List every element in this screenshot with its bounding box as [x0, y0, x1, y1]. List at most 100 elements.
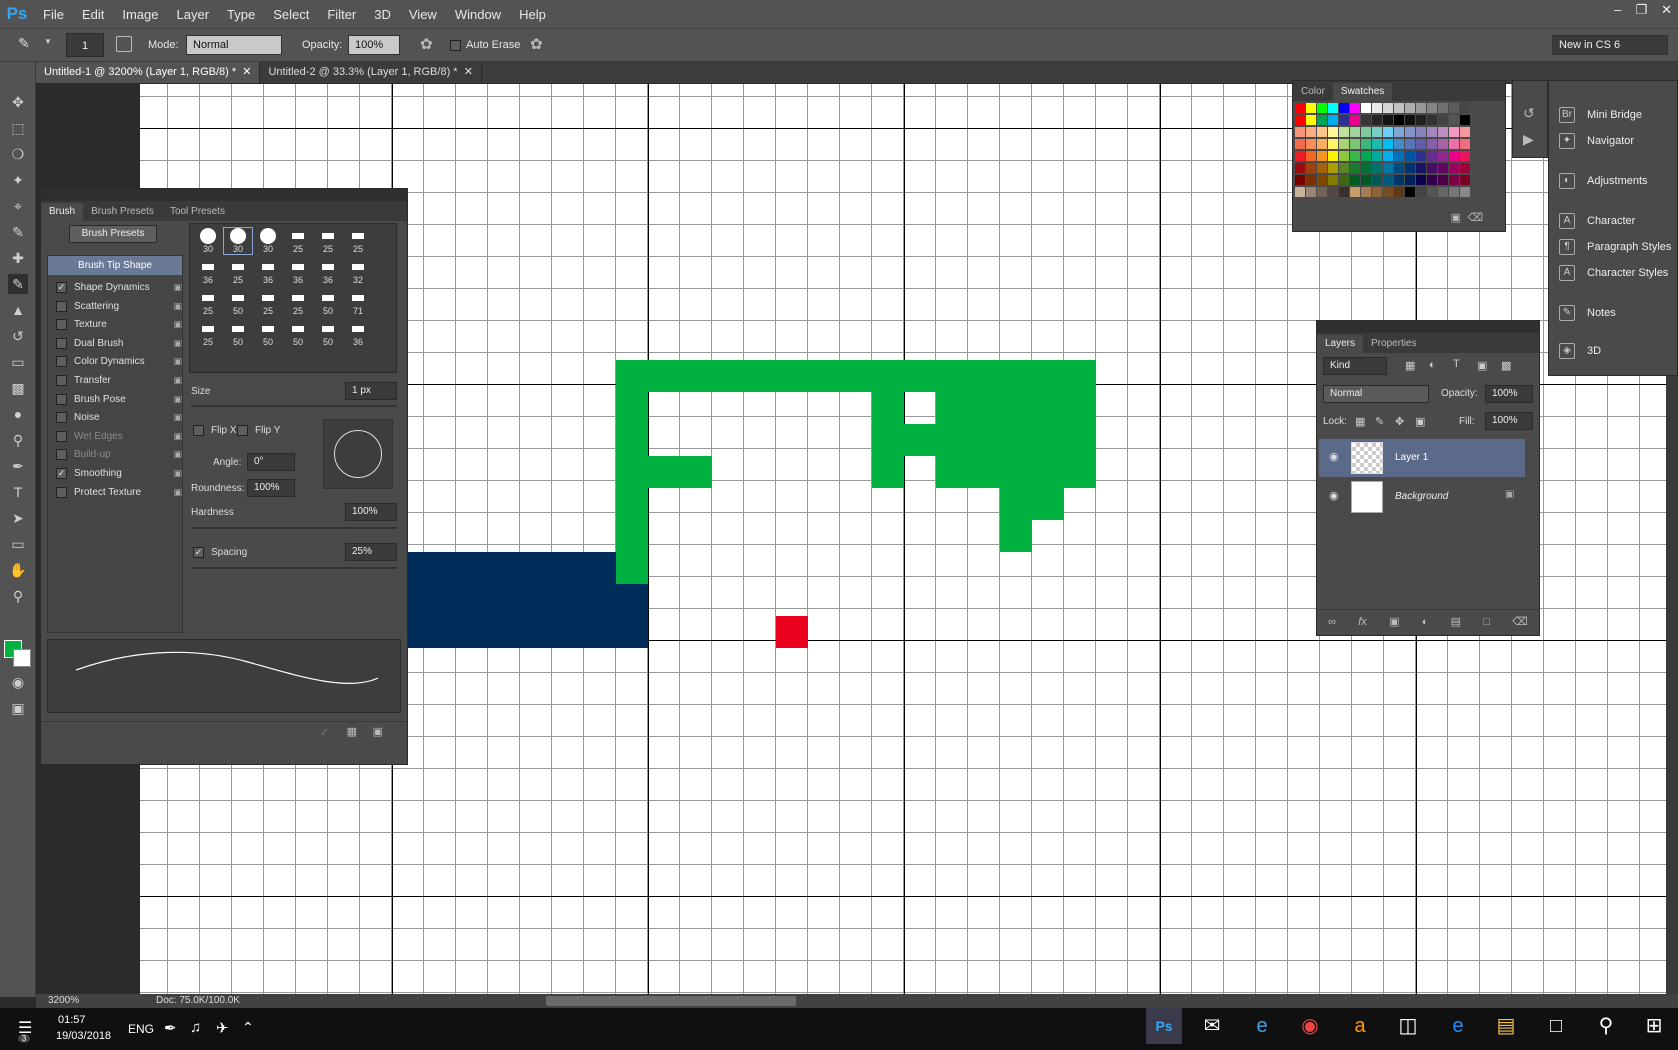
color-swatch[interactable]: [1427, 175, 1437, 185]
option-checkbox[interactable]: [56, 356, 67, 368]
windows-start-icon[interactable]: ⊞: [1636, 1008, 1672, 1044]
color-swatch[interactable]: [1372, 163, 1382, 173]
hand-tool-icon[interactable]: ✋: [8, 560, 28, 580]
panel-titlebar[interactable]: [41, 189, 407, 201]
visibility-eye-icon[interactable]: ◉: [1329, 450, 1339, 463]
pencil-tool-icon[interactable]: ✎: [18, 35, 30, 52]
dodge-tool-icon[interactable]: ⚲: [8, 430, 28, 450]
brush-option-transfer[interactable]: Transfer ▣: [56, 371, 184, 390]
color-swatch[interactable]: [1339, 187, 1349, 197]
brush-presets-button[interactable]: Brush Presets: [69, 225, 157, 243]
brush-tip[interactable]: 50: [284, 321, 312, 347]
history-icon[interactable]: ↺: [1523, 105, 1535, 122]
color-swatch[interactable]: [1328, 151, 1338, 161]
brush-tip[interactable]: 50: [224, 290, 252, 316]
panel-navigator[interactable]: ✦ Navigator: [1559, 129, 1634, 153]
file-explorer-icon[interactable]: ▤: [1488, 1008, 1524, 1044]
brush-tip[interactable]: 25: [284, 290, 312, 316]
brush-option-color-dynamics[interactable]: Color Dynamics ▣: [56, 352, 184, 371]
menu-help[interactable]: Help: [510, 7, 555, 22]
close-icon[interactable]: ✕: [461, 66, 473, 78]
color-swatch[interactable]: [1295, 103, 1305, 113]
color-swatch[interactable]: [1383, 151, 1393, 161]
color-swatch[interactable]: [1449, 127, 1459, 137]
color-swatch[interactable]: [1328, 163, 1338, 173]
chrome-icon[interactable]: ◉: [1292, 1008, 1328, 1044]
color-swatch[interactable]: [1317, 115, 1327, 125]
history-brush-icon[interactable]: ↺: [8, 326, 28, 346]
color-swatch[interactable]: [1449, 151, 1459, 161]
color-swatch[interactable]: [1427, 151, 1437, 161]
workspace-select[interactable]: New in CS 6: [1552, 35, 1668, 55]
color-swatch[interactable]: [1383, 187, 1393, 197]
spacing-slider[interactable]: [191, 567, 397, 569]
color-swatch[interactable]: [1317, 151, 1327, 161]
tab-untitled-1[interactable]: Untitled-1 @ 3200% (Layer 1, RGB/8) * ✕: [36, 62, 261, 83]
folder-icon[interactable]: ▤: [1451, 615, 1461, 628]
color-swatch[interactable]: [1405, 175, 1415, 185]
color-swatch[interactable]: [1460, 103, 1470, 113]
color-swatch[interactable]: [1361, 151, 1371, 161]
color-swatch[interactable]: [1339, 175, 1349, 185]
stamp-tool-icon[interactable]: ▲: [8, 300, 28, 320]
color-swatch[interactable]: [1339, 103, 1349, 113]
brush-option-build-up[interactable]: Build-up ▣: [56, 445, 184, 464]
color-swatch[interactable]: [1438, 163, 1448, 173]
quick-mask-icon[interactable]: ◉: [8, 672, 28, 692]
color-swatch[interactable]: [1361, 139, 1371, 149]
brush-tip[interactable]: 32: [344, 259, 372, 285]
menu-file[interactable]: File: [34, 7, 73, 22]
menu-view[interactable]: View: [400, 7, 446, 22]
grid-icon[interactable]: ▦: [347, 725, 357, 738]
color-swatch[interactable]: [1339, 115, 1349, 125]
task-view-icon[interactable]: □: [1538, 1008, 1574, 1044]
new-brush-icon[interactable]: ▣: [373, 725, 383, 738]
spacing-checkbox[interactable]: ✓: [193, 547, 204, 558]
color-swatch[interactable]: [1427, 163, 1437, 173]
color-swatch[interactable]: [1317, 163, 1327, 173]
color-swatch[interactable]: [1350, 151, 1360, 161]
color-swatch[interactable]: [1339, 127, 1349, 137]
color-swatch[interactable]: [1460, 127, 1470, 137]
color-swatch[interactable]: [1416, 151, 1426, 161]
chevron-down-icon[interactable]: ▼: [44, 37, 52, 46]
filter-pixel-icon[interactable]: ▦: [1405, 359, 1415, 372]
brush-tip[interactable]: 25: [194, 290, 222, 316]
menu-window[interactable]: Window: [446, 7, 510, 22]
color-swatch[interactable]: [1306, 187, 1316, 197]
color-swatch[interactable]: [1460, 139, 1470, 149]
color-swatch[interactable]: [1350, 139, 1360, 149]
color-swatch[interactable]: [1449, 175, 1459, 185]
lock-icon[interactable]: ▣: [173, 338, 182, 349]
color-swatch[interactable]: [1328, 127, 1338, 137]
color-swatch[interactable]: [1438, 139, 1448, 149]
color-swatch[interactable]: [1306, 163, 1316, 173]
color-swatch[interactable]: [1427, 115, 1437, 125]
color-swatch[interactable]: [1350, 103, 1360, 113]
flip-y-checkbox[interactable]: [237, 425, 248, 436]
color-swatch[interactable]: [1372, 103, 1382, 113]
lock-icon[interactable]: ▣: [173, 449, 182, 460]
option-checkbox[interactable]: [56, 375, 67, 386]
color-swatch[interactable]: [1449, 139, 1459, 149]
panel-character-styles[interactable]: A Character Styles: [1559, 261, 1668, 285]
hardness-input[interactable]: 100%: [345, 503, 397, 521]
brush-option-scattering[interactable]: Scattering ▣: [56, 297, 184, 316]
volume-icon[interactable]: ♫: [190, 1019, 201, 1036]
panel-mini-bridge[interactable]: Br Mini Bridge: [1559, 103, 1642, 127]
restore-icon[interactable]: ❐: [1635, 2, 1647, 18]
tab-properties[interactable]: Properties: [1363, 335, 1425, 353]
color-swatch[interactable]: [1350, 163, 1360, 173]
eyedropper-tool-icon[interactable]: ✎: [8, 222, 28, 242]
menu-image[interactable]: Image: [113, 7, 167, 22]
brush-tip[interactable]: 25: [314, 228, 342, 254]
brush-tip[interactable]: 50: [224, 321, 252, 347]
brush-tip[interactable]: 50: [314, 321, 342, 347]
color-swatch[interactable]: [1383, 103, 1393, 113]
color-swatch[interactable]: [1383, 139, 1393, 149]
color-swatch[interactable]: [1449, 187, 1459, 197]
rectangle-tool-icon[interactable]: ▭: [8, 534, 28, 554]
color-swatch[interactable]: [1361, 175, 1371, 185]
color-swatch[interactable]: [1317, 139, 1327, 149]
pencil-tool-icon[interactable]: ✎: [8, 274, 28, 294]
